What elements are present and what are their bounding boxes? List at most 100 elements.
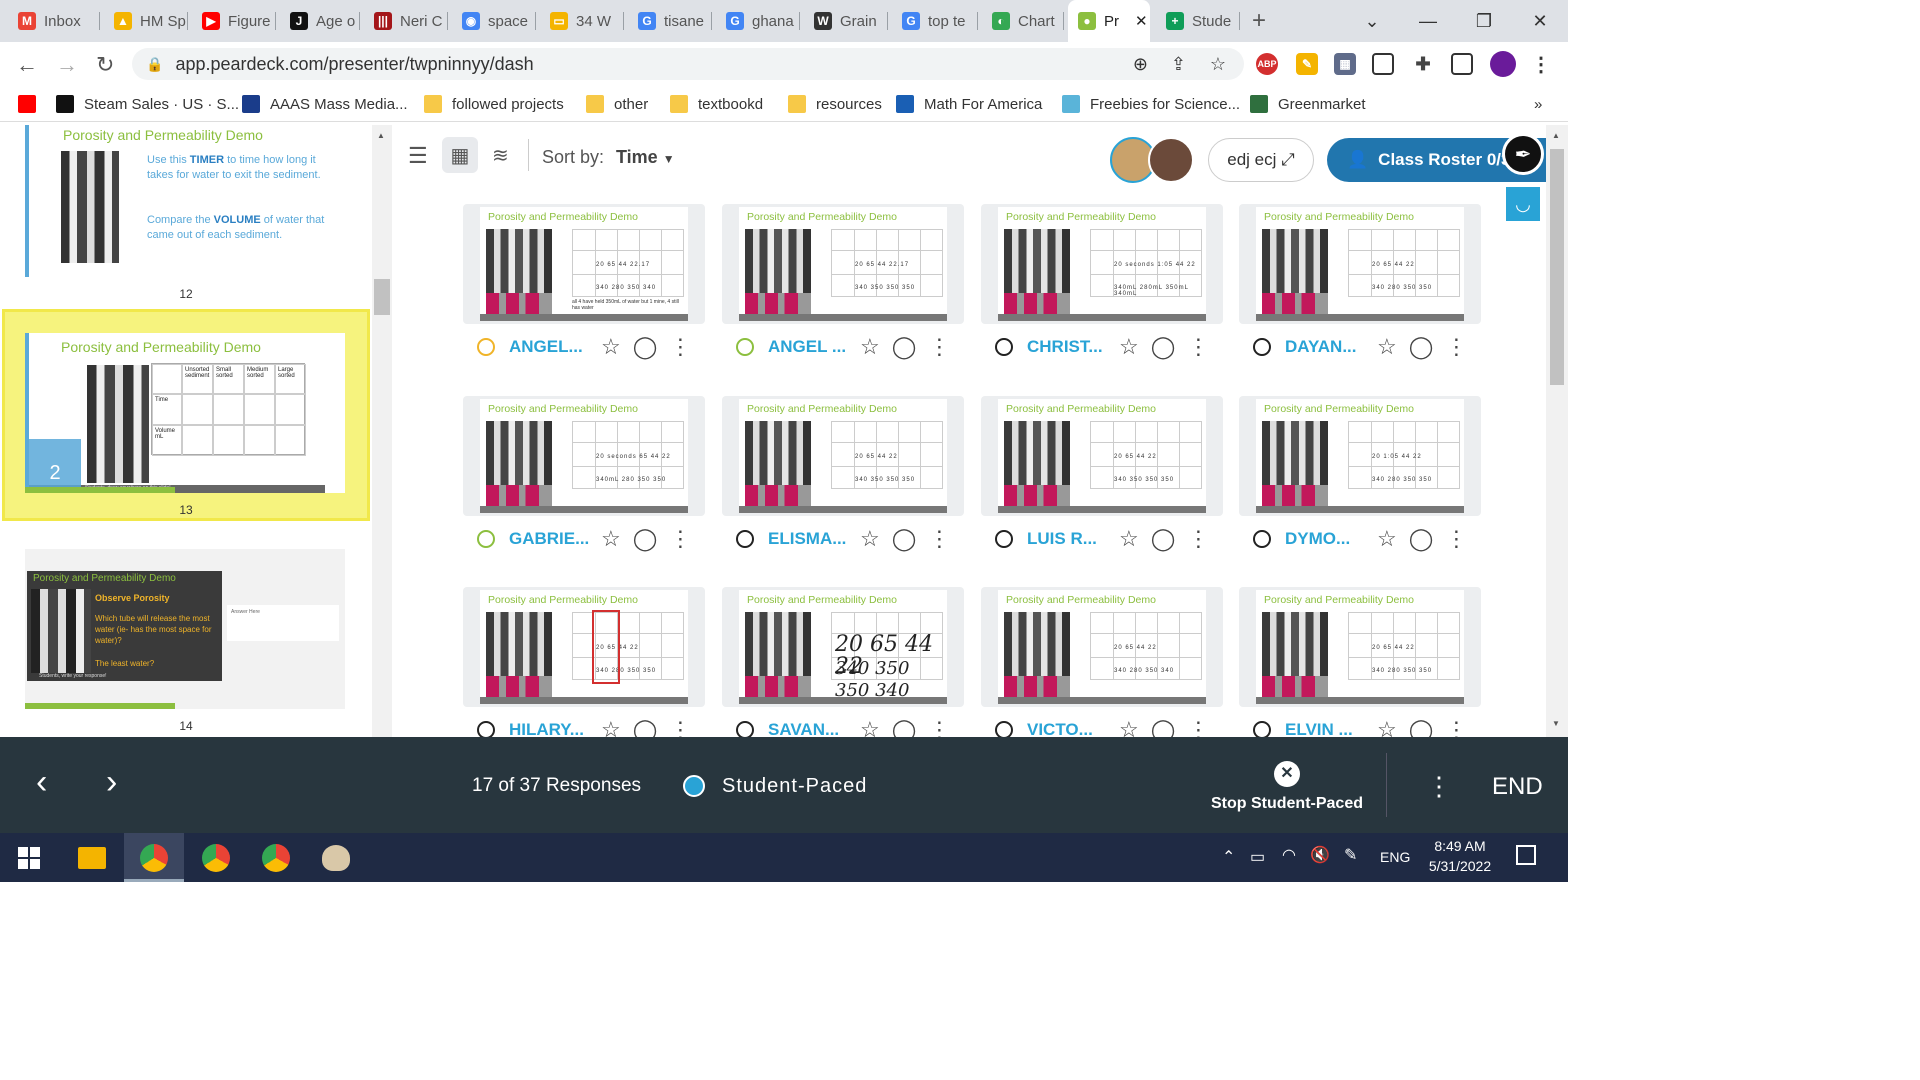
start-windows-icon[interactable] <box>18 847 40 869</box>
minimize-button[interactable]: — <box>1400 0 1456 42</box>
close-window-button[interactable]: ✕ <box>1512 0 1568 42</box>
student-name[interactable]: DAYAN... <box>1285 337 1365 357</box>
scroll-thumb[interactable] <box>1550 149 1564 385</box>
browser-tab[interactable]: W Grain <box>804 0 888 42</box>
adblock-icon[interactable]: ABP <box>1256 53 1278 75</box>
chrome-profile-t-icon[interactable] <box>202 844 230 872</box>
restore-button[interactable]: ❐ <box>1456 0 1512 42</box>
next-slide-icon[interactable]: › <box>106 763 117 802</box>
response-card[interactable]: Porosity and Permeability Demo 20 65 44 2… <box>1239 204 1481 324</box>
profile-avatar[interactable] <box>1490 51 1516 77</box>
forward-icon[interactable]: → <box>56 52 78 78</box>
bookmark-item[interactable]: Freebies for Science... <box>1062 92 1240 116</box>
comment-icon[interactable]: ◯ <box>1409 526 1434 552</box>
tab-search-icon[interactable]: ⌄ <box>1344 0 1400 42</box>
star-icon[interactable]: ☆ <box>860 526 880 552</box>
student-name[interactable]: GABRIE... <box>509 529 589 549</box>
student-name[interactable]: ANGEL... <box>509 337 589 357</box>
browser-tab[interactable]: ||| Neri C <box>364 0 448 42</box>
sidepanel-icon[interactable] <box>1451 53 1473 75</box>
chrome-profile-icon[interactable] <box>140 844 168 872</box>
bookmark-item[interactable] <box>18 92 46 116</box>
student-name[interactable]: ELISMA... <box>768 529 848 549</box>
star-icon[interactable]: ☆ <box>1119 526 1139 552</box>
smile-widget-icon[interactable]: ◡ <box>1504 185 1542 223</box>
response-card[interactable]: Porosity and Permeability Demo 20 1:05 44… <box>1239 396 1481 516</box>
response-card[interactable]: Porosity and Permeability Demo 20 65 44 2… <box>722 587 964 707</box>
more-options-icon[interactable]: ⋮ <box>669 717 691 737</box>
browser-tab[interactable]: ◉ space <box>452 0 536 42</box>
wifi-icon[interactable]: ◠ <box>1282 845 1296 865</box>
browser-tab[interactable]: Gtop te <box>892 0 978 42</box>
more-options-icon[interactable]: ⋮ <box>1187 334 1209 360</box>
response-card[interactable]: Porosity and Permeability Demo 20 65 44 2… <box>722 204 964 324</box>
more-options-icon[interactable]: ⋮ <box>1445 717 1467 737</box>
response-card[interactable]: Porosity and Permeability Demo 20 65 44 2… <box>463 204 705 324</box>
more-options-icon[interactable]: ⋮ <box>1445 334 1467 360</box>
bookmark-item[interactable]: Steam Sales · US · S... <box>56 92 239 116</box>
main-scrollbar[interactable]: ▲ ▼ <box>1546 125 1568 737</box>
volume-muted-icon[interactable]: 🔇 <box>1310 845 1330 865</box>
star-icon[interactable]: ☆ <box>1377 717 1397 737</box>
comment-icon[interactable]: ◯ <box>633 526 658 552</box>
screenshot-icon[interactable] <box>1372 53 1394 75</box>
more-options-icon[interactable]: ⋮ <box>1187 526 1209 552</box>
paint-icon[interactable] <box>322 845 350 871</box>
more-options-icon[interactable]: ⋮ <box>1187 717 1209 737</box>
student-name[interactable]: LUIS R... <box>1027 529 1107 549</box>
notifications-icon[interactable] <box>1516 845 1536 865</box>
student-name[interactable]: ANGEL ... <box>768 337 848 357</box>
browser-tab[interactable]: ● Pr ✕ <box>1068 0 1150 42</box>
star-icon[interactable]: ☆ <box>601 526 621 552</box>
comment-icon[interactable]: ◯ <box>633 334 658 360</box>
star-icon[interactable]: ☆ <box>601 717 621 737</box>
more-options-icon[interactable]: ⋮ <box>1426 771 1452 802</box>
browser-tab[interactable]: ▶ Figure <box>192 0 276 42</box>
file-explorer-icon[interactable] <box>78 847 106 869</box>
share-icon[interactable]: ⇪ <box>1171 54 1186 75</box>
bookmark-item[interactable]: followed projects <box>424 92 564 116</box>
student-name[interactable]: ELVIN ... <box>1285 720 1365 737</box>
response-card[interactable]: Porosity and Permeability Demo 20 65 44 2… <box>981 587 1223 707</box>
bookmark-item[interactable]: Math For America <box>896 92 1042 116</box>
student-name[interactable]: SAVAN... <box>768 720 848 737</box>
language-indicator[interactable]: ENG <box>1380 849 1410 865</box>
response-card[interactable]: Porosity and Permeability Demo 20 seconds… <box>463 396 705 516</box>
omnibox[interactable]: 🔒 app.peardeck.com/presenter/twpninnyy/d… <box>132 48 1244 80</box>
student-name[interactable]: DYMO... <box>1285 529 1365 549</box>
battery-icon[interactable]: ▭ <box>1250 847 1265 867</box>
browser-tab[interactable]: M Inbox <box>8 0 100 42</box>
comment-icon[interactable]: ◯ <box>892 526 917 552</box>
more-options-icon[interactable]: ⋮ <box>928 334 950 360</box>
browser-tab[interactable]: Gtisane <box>628 0 712 42</box>
reload-icon[interactable]: ↻ <box>96 52 114 78</box>
slide-thumb-12[interactable]: Porosity and Permeability Demo Use this … <box>25 125 345 277</box>
extension-puzzle-blue-icon[interactable]: ▦ <box>1334 53 1356 75</box>
comment-icon[interactable]: ◯ <box>1409 334 1434 360</box>
new-tab-button[interactable]: + <box>1252 0 1282 42</box>
browser-tab[interactable]: + Stude <box>1156 0 1240 42</box>
zoom-icon[interactable]: ⊕ <box>1133 54 1148 75</box>
comment-icon[interactable]: ◯ <box>892 717 917 737</box>
comment-icon[interactable]: ◯ <box>1151 717 1176 737</box>
chrome-profile-t2-icon[interactable] <box>262 844 290 872</box>
bookmarks-overflow-icon[interactable]: » <box>1534 92 1542 116</box>
bookmark-item[interactable]: other <box>586 92 648 116</box>
star-bookmark-icon[interactable]: ☆ <box>1210 54 1226 75</box>
response-card[interactable]: Porosity and Permeability Demo 20 65 44 2… <box>722 396 964 516</box>
session-code-button[interactable]: edj ecj ⤢ <box>1208 138 1314 182</box>
show-hidden-icons[interactable]: ⌃ <box>1222 847 1235 867</box>
comment-icon[interactable]: ◯ <box>1151 334 1176 360</box>
star-icon[interactable]: ☆ <box>1119 334 1139 360</box>
student-name[interactable]: HILARY... <box>509 720 589 737</box>
more-options-icon[interactable]: ⋮ <box>1445 526 1467 552</box>
grid-view-icon[interactable]: ▦ <box>442 137 478 173</box>
extension-icon[interactable]: ✎ <box>1296 53 1318 75</box>
menu-kebab-icon[interactable]: ⋮ <box>1530 53 1552 76</box>
star-icon[interactable]: ☆ <box>1119 717 1139 737</box>
star-icon[interactable]: ☆ <box>1377 526 1397 552</box>
response-card[interactable]: Porosity and Permeability Demo 20 65 44 2… <box>1239 587 1481 707</box>
prev-slide-icon[interactable]: ‹ <box>36 763 47 802</box>
pen-tool-icon[interactable]: ✒ <box>1502 133 1544 175</box>
browser-tab[interactable]: Gghana <box>716 0 800 42</box>
